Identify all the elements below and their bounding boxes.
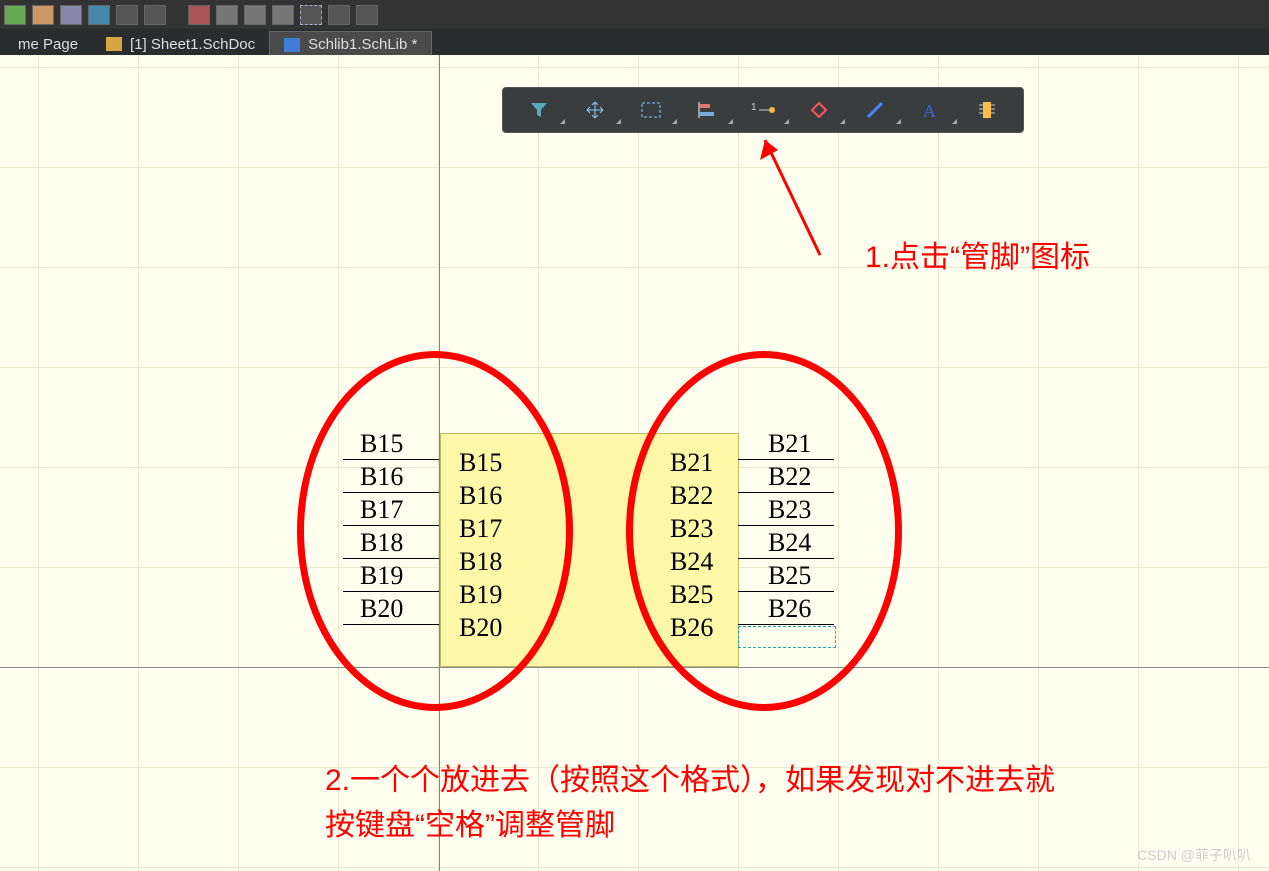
- paste-special-icon[interactable]: [272, 5, 294, 25]
- schematic-canvas[interactable]: 1 A B15 B15 B16 B16 B17 B17 B18 B18 B19 …: [0, 55, 1269, 871]
- line-icon: [865, 100, 885, 120]
- save-icon[interactable]: [88, 5, 110, 25]
- pin-icon: 1: [751, 100, 775, 120]
- annotation-text-2: 2.一个个放进去（按照这个格式），如果发现对不进去就按键盘“空格”调整管脚: [325, 758, 1085, 848]
- selection-icon: [640, 100, 662, 120]
- select-icon[interactable]: [300, 5, 322, 25]
- zoom-out-icon[interactable]: [144, 5, 166, 25]
- tab-home-page[interactable]: me Page: [4, 32, 92, 57]
- move-button[interactable]: [567, 94, 623, 126]
- component-icon: [979, 99, 995, 121]
- filter-icon: [529, 100, 549, 120]
- schlib-doc-icon: [284, 38, 300, 52]
- text-button[interactable]: A: [903, 94, 959, 126]
- annotation-ellipse-left: [297, 351, 573, 711]
- text-icon: A: [921, 100, 941, 120]
- tab-schlib1[interactable]: Schlib1.SchLib *: [269, 31, 432, 57]
- move-icon: [585, 100, 605, 120]
- annotation-ellipse-right: [626, 351, 902, 711]
- undo-icon[interactable]: [328, 5, 350, 25]
- component-button[interactable]: [959, 94, 1015, 126]
- svg-text:1: 1: [751, 102, 757, 113]
- copy-icon[interactable]: [216, 5, 238, 25]
- align-icon: [697, 100, 717, 120]
- tab-label: [1] Sheet1.SchDoc: [130, 36, 255, 53]
- annotation-text-1: 1.点击“管脚”图标: [865, 235, 1090, 280]
- tab-sheet1[interactable]: [1] Sheet1.SchDoc: [92, 32, 269, 57]
- toolbar-icon[interactable]: [60, 5, 82, 25]
- schematic-doc-icon: [106, 37, 122, 51]
- cut-icon[interactable]: [188, 5, 210, 25]
- toolbar-icon[interactable]: [4, 5, 26, 25]
- line-button[interactable]: [847, 94, 903, 126]
- zoom-in-icon[interactable]: [116, 5, 138, 25]
- selection-button[interactable]: [623, 94, 679, 126]
- main-toolbar: [0, 0, 1269, 29]
- tab-label: Schlib1.SchLib *: [308, 36, 417, 53]
- tab-label: me Page: [18, 36, 78, 53]
- svg-text:A: A: [923, 101, 936, 120]
- ieee-symbol-button[interactable]: [791, 94, 847, 126]
- ieee-symbol-icon: [809, 100, 829, 120]
- paste-icon[interactable]: [244, 5, 266, 25]
- align-button[interactable]: [679, 94, 735, 126]
- toolbar-icon[interactable]: [32, 5, 54, 25]
- redo-icon[interactable]: [356, 5, 378, 25]
- filter-button[interactable]: [511, 94, 567, 126]
- annotation-arrow: [750, 125, 850, 265]
- pin-button[interactable]: 1: [735, 94, 791, 126]
- watermark: CSDN @菲子叭叭: [1137, 845, 1251, 865]
- origin-axis-horizontal: [0, 667, 1269, 668]
